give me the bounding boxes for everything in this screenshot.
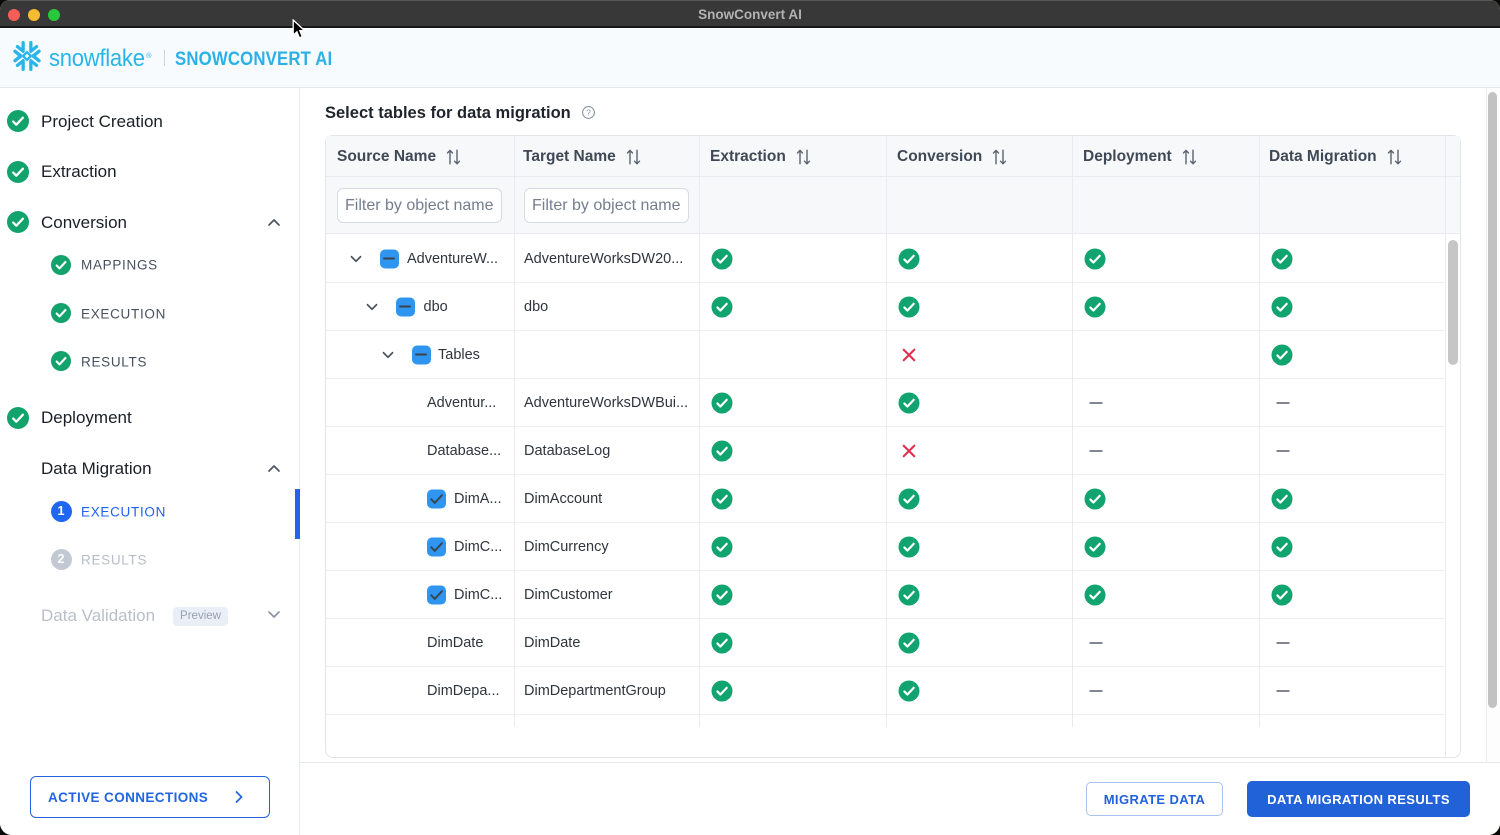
svg-text:?: ? (586, 107, 591, 117)
